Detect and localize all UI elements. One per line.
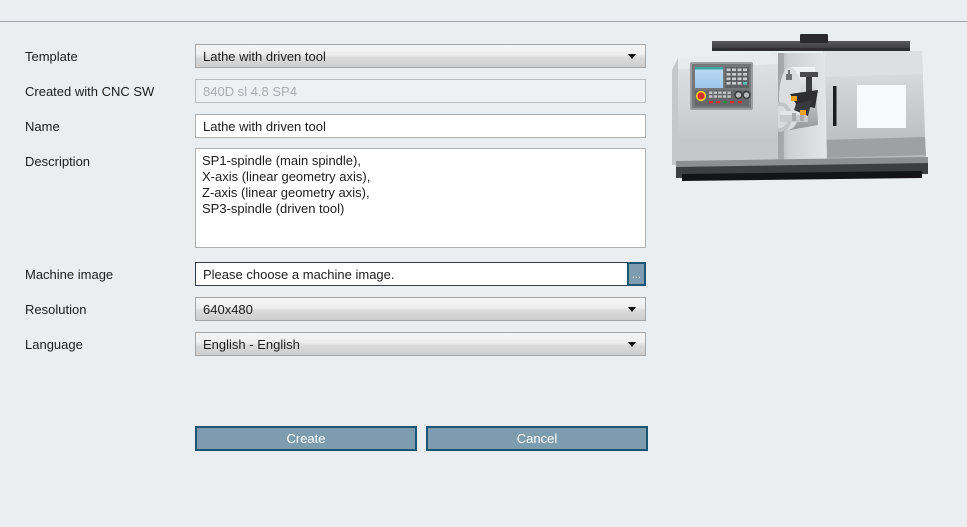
label-machine-image: Machine image [25, 267, 114, 282]
template-dropdown[interactable]: Lathe with driven tool [195, 44, 646, 68]
label-template: Template [25, 49, 78, 64]
cancel-button-label: Cancel [516, 431, 558, 446]
description-line: SP3-spindle (driven tool) [202, 201, 345, 216]
label-language: Language [25, 337, 83, 352]
resolution-dropdown[interactable]: 640x480 [195, 297, 646, 321]
name-input[interactable]: Lathe with driven tool [195, 114, 646, 138]
label-description: Description [25, 154, 91, 169]
chevron-down-icon [628, 342, 636, 347]
create-button[interactable]: Create [195, 426, 417, 451]
name-input-value: Lathe with driven tool [203, 118, 326, 134]
description-line: X-axis (linear geometry axis), [202, 169, 371, 184]
resolution-dropdown-value: 640x480 [203, 301, 253, 317]
machine-image-browse-label: ... [631, 269, 642, 281]
machine-image-browse-button[interactable]: ... [627, 262, 646, 286]
machine-image-value: Please choose a machine image. [203, 266, 395, 282]
cancel-button[interactable]: Cancel [426, 426, 648, 451]
template-dropdown-value: Lathe with driven tool [203, 48, 326, 64]
form-row-language: Language English - English [0, 332, 660, 361]
form-row-template: Template Lathe with driven tool [0, 44, 660, 73]
created-with-cnc-sw-value: 840D sl 4.8 SP4 [203, 83, 297, 99]
form-area: Template Lathe with driven tool Created … [0, 22, 660, 527]
language-dropdown-value: English - English [203, 336, 300, 352]
description-line: Z-axis (linear geometry axis), [202, 185, 370, 200]
created-with-cnc-sw-field: 840D sl 4.8 SP4 [195, 79, 646, 103]
create-button-label: Create [286, 431, 326, 446]
chevron-down-icon [628, 54, 636, 59]
label-created-with-cnc-sw: Created with CNC SW [25, 84, 155, 99]
lathe-machine-illustration [660, 22, 967, 222]
label-name: Name [25, 119, 60, 134]
chevron-down-icon [628, 307, 636, 312]
form-row-resolution: Resolution 640x480 [0, 297, 660, 326]
description-textarea[interactable]: SP1-spindle (main spindle), X-axis (line… [195, 148, 646, 248]
description-line: SP1-spindle (main spindle), [202, 153, 361, 168]
machine-image-input[interactable]: Please choose a machine image. [195, 262, 629, 286]
language-dropdown[interactable]: English - English [195, 332, 646, 356]
label-resolution: Resolution [25, 302, 87, 317]
new-machine-dialog: Template Lathe with driven tool Created … [0, 0, 967, 527]
machine-preview [660, 22, 967, 222]
